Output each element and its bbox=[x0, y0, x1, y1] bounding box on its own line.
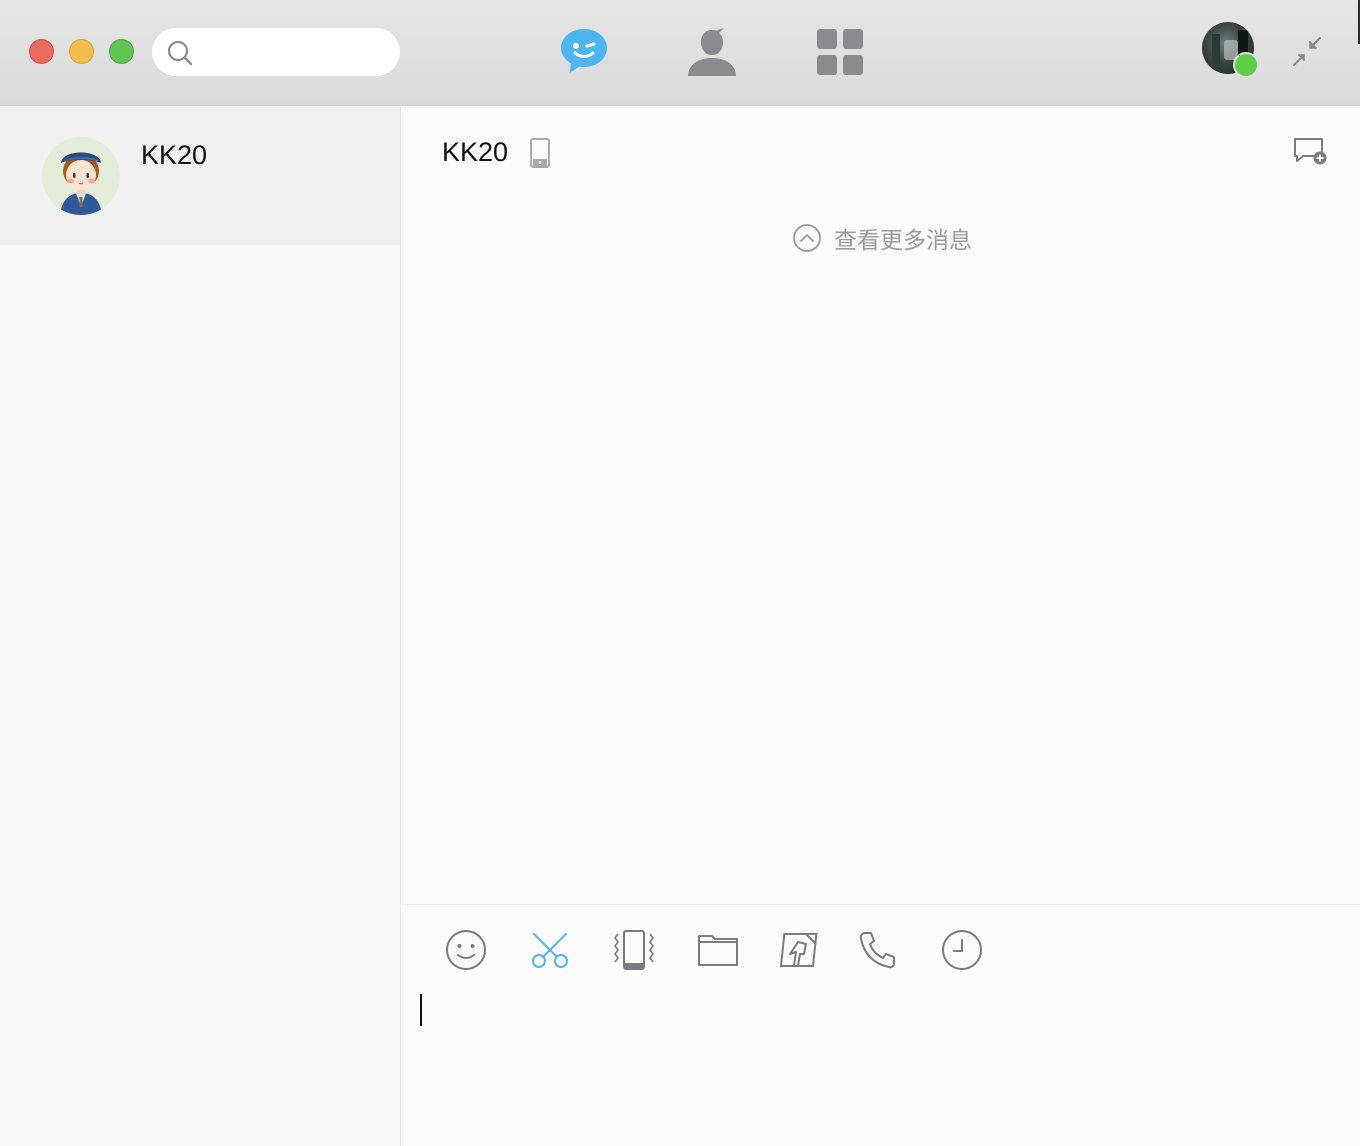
nav-tab-chats[interactable] bbox=[556, 24, 612, 80]
contacts-icon bbox=[688, 28, 736, 76]
chevron-up-circle-icon bbox=[793, 224, 821, 252]
history-clock-icon bbox=[942, 930, 982, 970]
emoji-button[interactable] bbox=[444, 928, 488, 972]
conversation-item[interactable]: KK20 bbox=[0, 106, 400, 245]
conversation-name: KK20 bbox=[141, 140, 208, 170]
emoji-icon bbox=[446, 930, 486, 970]
vibrate-shake-icon bbox=[614, 930, 654, 970]
contact-avatar bbox=[42, 137, 120, 215]
shrink-arrows-icon bbox=[1293, 37, 1321, 66]
text-cursor bbox=[420, 994, 422, 1026]
close-window-button[interactable] bbox=[29, 39, 54, 64]
chat-title: KK20 bbox=[442, 137, 509, 167]
window-edge bbox=[1358, 0, 1360, 44]
screenshot-button[interactable] bbox=[528, 928, 572, 972]
apps-grid-icon bbox=[817, 29, 863, 75]
minimize-window-button[interactable] bbox=[69, 39, 94, 64]
screen-capture-button[interactable] bbox=[776, 928, 820, 972]
message-history-button[interactable] bbox=[940, 928, 984, 972]
maximize-window-button[interactable] bbox=[109, 39, 134, 64]
nav-tab-apps[interactable] bbox=[812, 24, 868, 80]
shake-button[interactable] bbox=[612, 928, 656, 972]
folder-icon bbox=[698, 935, 738, 966]
send-file-button[interactable] bbox=[696, 928, 740, 972]
conversation-list: KK20 bbox=[0, 106, 401, 1146]
screen-capture-icon bbox=[779, 933, 818, 967]
search-input[interactable] bbox=[204, 38, 388, 68]
chat-bubble-icon bbox=[561, 29, 607, 73]
new-group-chat-icon[interactable] bbox=[1292, 136, 1328, 168]
message-input[interactable] bbox=[430, 990, 1334, 1134]
voice-call-button[interactable] bbox=[856, 928, 900, 972]
online-status-badge bbox=[1233, 52, 1259, 78]
load-more-label: 查看更多消息 bbox=[834, 227, 972, 253]
screenshot-scissors-icon bbox=[532, 933, 568, 968]
phone-call-icon bbox=[859, 932, 895, 969]
nav-tab-contacts[interactable] bbox=[684, 24, 740, 80]
search-icon bbox=[167, 40, 193, 66]
composer-divider bbox=[401, 904, 1360, 905]
title-bar bbox=[0, 0, 1360, 106]
boy-with-beret-avatar-icon bbox=[42, 137, 120, 215]
collapse-window-button[interactable] bbox=[1290, 34, 1326, 70]
load-more-messages-link[interactable]: 查看更多消息 bbox=[792, 222, 972, 254]
app-window: KK20 KK20 查看更多消息 bbox=[0, 0, 1360, 1146]
mobile-device-icon bbox=[530, 138, 550, 168]
search-box[interactable] bbox=[152, 28, 400, 76]
